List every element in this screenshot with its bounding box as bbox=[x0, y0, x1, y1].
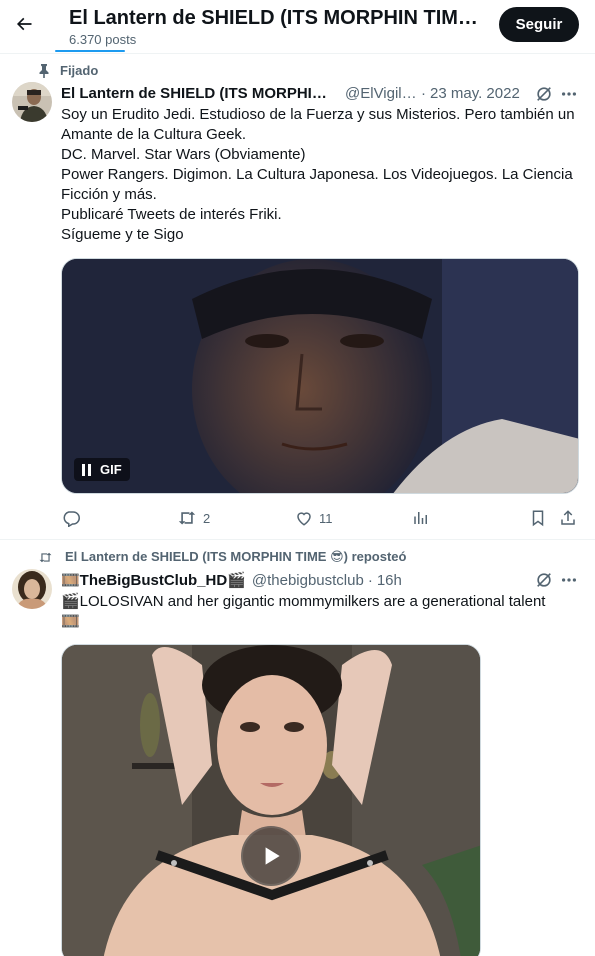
tweet-header: El Lantern de SHIELD (ITS MORPHIN TIME 😎… bbox=[61, 84, 531, 103]
profile-title: El Lantern de SHIELD (ITS MORPHIN TIME 😎… bbox=[69, 7, 489, 29]
arrow-left-icon bbox=[14, 14, 34, 34]
author-name[interactable]: El Lantern de SHIELD (ITS MORPHIN TIME 😎… bbox=[61, 84, 336, 102]
repost-icon bbox=[38, 551, 53, 564]
gif-label: GIF bbox=[100, 462, 122, 477]
more-icon bbox=[560, 571, 578, 589]
grok-icon bbox=[535, 85, 553, 103]
avatar[interactable] bbox=[12, 569, 52, 609]
video-media[interactable] bbox=[61, 644, 481, 956]
repost-context: El Lantern de SHIELD (ITS MORPHIN TIME 😎… bbox=[38, 549, 406, 565]
author-name[interactable]: 🎞️TheBigBustClub_HD🎬 bbox=[61, 571, 246, 589]
author-handle[interactable]: @thebigbustclub bbox=[252, 572, 364, 589]
pinned-context: Fijado bbox=[38, 63, 98, 78]
more-button[interactable] bbox=[558, 83, 580, 105]
like-count: 11 bbox=[319, 510, 333, 526]
tweet-text: Soy un Erudito Jedi. Estudioso de la Fue… bbox=[61, 105, 583, 245]
back-button[interactable] bbox=[8, 8, 40, 40]
tweet-text-line: Soy un Erudito Jedi. Estudioso de la Fue… bbox=[61, 106, 575, 143]
bookmark-icon bbox=[529, 509, 547, 527]
separator: · bbox=[421, 84, 426, 102]
avatar[interactable] bbox=[12, 82, 52, 122]
tweet-date[interactable]: 23 may. 2022 bbox=[430, 85, 520, 102]
share-button[interactable] bbox=[559, 508, 577, 528]
active-tab-indicator bbox=[55, 50, 125, 52]
profile-header: El Lantern de SHIELD (ITS MORPHIN TIME 😎… bbox=[0, 0, 595, 54]
more-button[interactable] bbox=[558, 569, 580, 591]
heart-icon bbox=[295, 509, 313, 527]
repost-button[interactable]: 2 bbox=[177, 508, 210, 528]
pin-icon bbox=[38, 63, 50, 78]
grok-button[interactable] bbox=[533, 83, 555, 105]
gif-badge[interactable]: GIF bbox=[74, 458, 130, 481]
separator: · bbox=[367, 571, 373, 589]
tweet-text-line: Publicaré Tweets de interés Friki. bbox=[61, 206, 282, 223]
author-handle[interactable]: @ElVigilante bbox=[345, 85, 417, 102]
tweet-text-line: DC. Marvel. Star Wars (Obviamente) bbox=[61, 146, 306, 163]
reposted-tweet[interactable]: El Lantern de SHIELD (ITS MORPHIN TIME 😎… bbox=[0, 541, 595, 956]
bookmark-button[interactable] bbox=[529, 508, 547, 528]
pinned-label: Fijado bbox=[60, 63, 99, 78]
share-icon bbox=[559, 509, 577, 527]
play-button[interactable] bbox=[241, 826, 301, 886]
reply-icon bbox=[62, 509, 80, 527]
tweet-text-line: Sígueme y te Sigo bbox=[61, 226, 184, 243]
tweet-actions: 2 11 bbox=[62, 508, 580, 528]
grok-button[interactable] bbox=[533, 569, 555, 591]
more-icon bbox=[560, 85, 578, 103]
gif-media[interactable]: GIF bbox=[61, 258, 579, 494]
repost-context-label[interactable]: El Lantern de SHIELD (ITS MORPHIN TIME 😎… bbox=[65, 549, 406, 565]
repost-icon bbox=[177, 509, 197, 527]
views-icon bbox=[412, 509, 430, 527]
reply-button[interactable] bbox=[62, 508, 86, 528]
posts-count: 6.370 posts bbox=[69, 32, 137, 47]
tweet-time[interactable]: 16h bbox=[377, 572, 402, 589]
tweet-text: 🎬LOLOSIVAN and her gigantic mommymilkers… bbox=[61, 593, 546, 630]
repost-count: 2 bbox=[203, 510, 211, 526]
views-button[interactable] bbox=[412, 508, 436, 528]
follow-button[interactable]: Seguir bbox=[499, 7, 579, 42]
like-button[interactable]: 11 bbox=[295, 508, 333, 528]
pinned-tweet[interactable]: Fijado El Lantern de SHIELD (ITS MORPHIN… bbox=[0, 54, 595, 540]
video-thumbnail bbox=[62, 645, 480, 956]
tweet-text-line: Power Rangers. Digimon. La Cultura Japon… bbox=[61, 166, 573, 203]
play-icon bbox=[258, 843, 284, 869]
grok-icon bbox=[535, 571, 553, 589]
gif-frame bbox=[62, 259, 578, 493]
tweet-header: 🎞️TheBigBustClub_HD🎬 @thebigbustclub · 1… bbox=[61, 571, 531, 590]
pause-icon bbox=[82, 463, 92, 476]
